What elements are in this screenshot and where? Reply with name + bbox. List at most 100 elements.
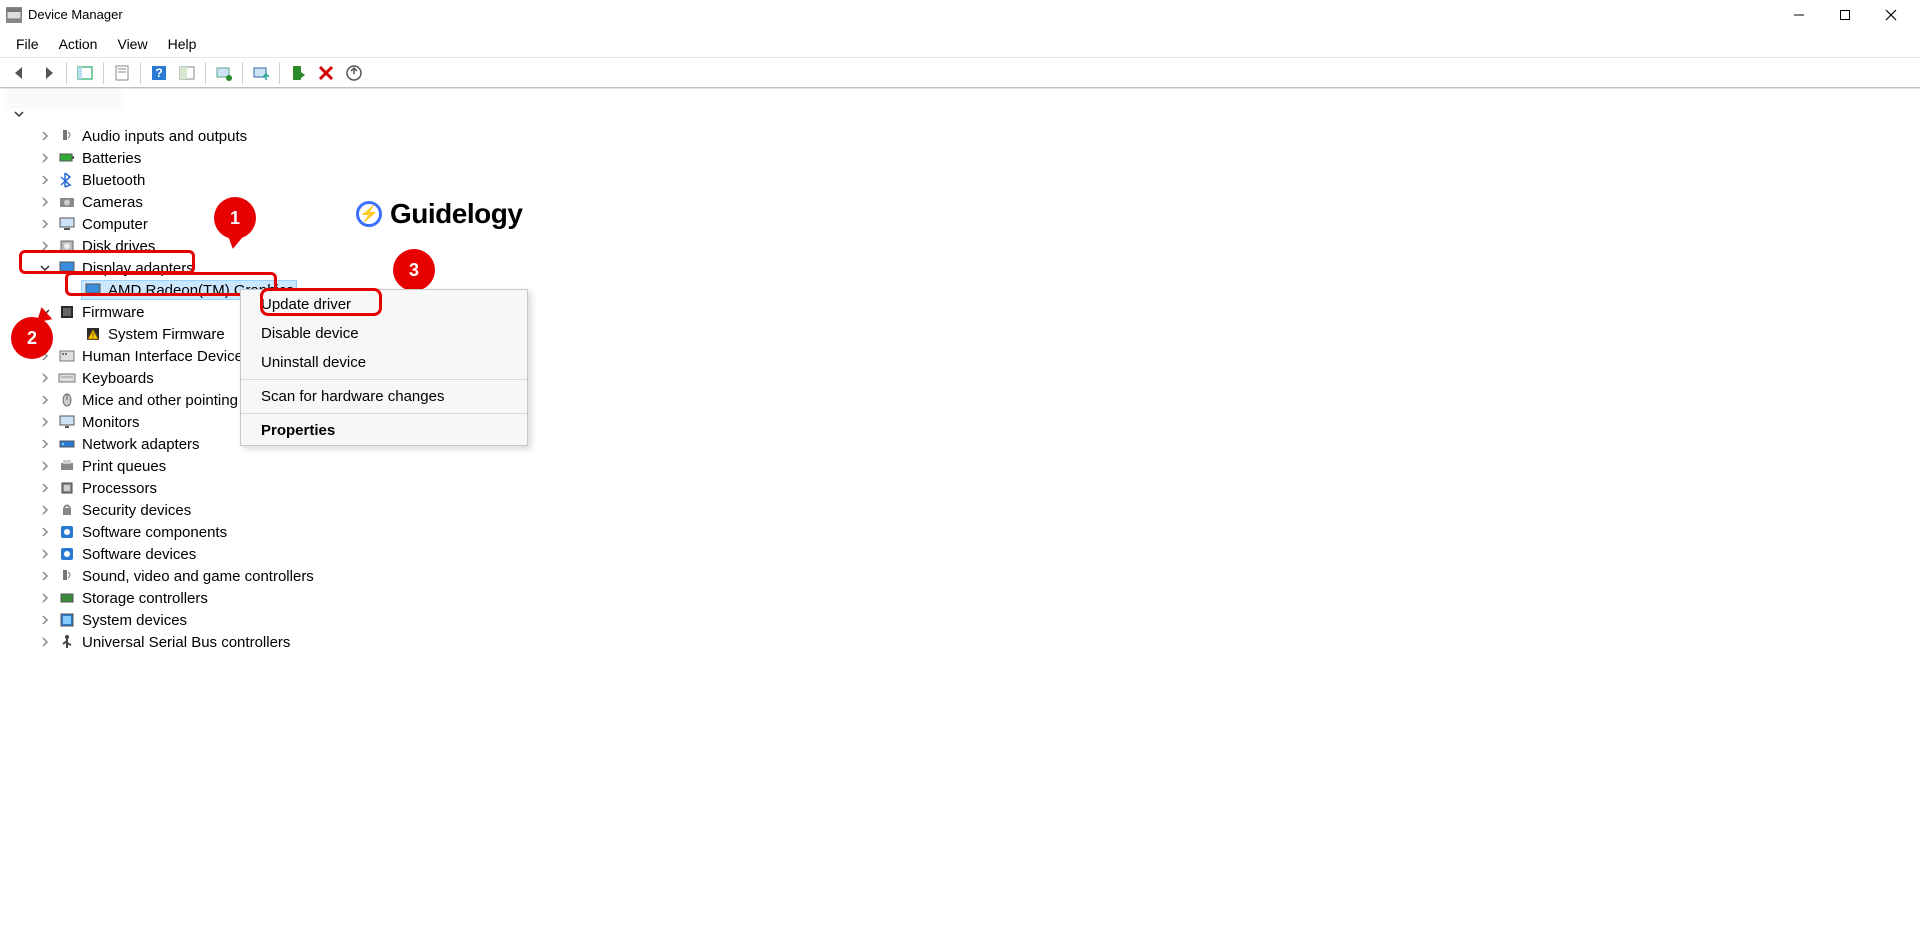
chevron-right-icon[interactable] xyxy=(38,481,52,495)
tree-category[interactable]: Bluetooth xyxy=(12,169,1908,191)
hid-icon xyxy=(58,347,76,365)
root-node-blurred xyxy=(6,89,122,109)
usb-icon xyxy=(58,633,76,651)
chevron-right-icon[interactable] xyxy=(38,503,52,517)
chevron-right-icon[interactable] xyxy=(38,569,52,583)
maximize-button[interactable] xyxy=(1822,0,1868,30)
chevron-right-icon[interactable] xyxy=(38,459,52,473)
tree-category[interactable]: Sound, video and game controllers xyxy=(12,565,1908,587)
toolbar-disable-icon[interactable] xyxy=(312,60,340,86)
tree-category-label: Sound, video and game controllers xyxy=(82,568,314,585)
toolbar-console-icon[interactable] xyxy=(71,60,99,86)
chevron-right-icon[interactable] xyxy=(38,393,52,407)
toolbar-forward[interactable] xyxy=(34,60,62,86)
toolbar-show-hidden-icon[interactable] xyxy=(173,60,201,86)
tree-category-label: Processors xyxy=(82,480,157,497)
menu-view[interactable]: View xyxy=(107,32,157,56)
spacer xyxy=(64,327,78,341)
battery-icon xyxy=(58,149,76,167)
chevron-right-icon[interactable] xyxy=(38,217,52,231)
audio-icon xyxy=(58,567,76,585)
tree-category[interactable]: Batteries xyxy=(12,147,1908,169)
chevron-right-icon[interactable] xyxy=(38,129,52,143)
context-menu-item[interactable]: Properties xyxy=(241,416,527,445)
tree-category-label: Bluetooth xyxy=(82,172,145,189)
software-icon xyxy=(58,545,76,563)
firmware-warn-icon: ! xyxy=(84,325,102,343)
chevron-right-icon[interactable] xyxy=(38,591,52,605)
disk-icon xyxy=(58,237,76,255)
tree-category-label: Print queues xyxy=(82,458,166,475)
toolbar-update-driver-icon[interactable] xyxy=(247,60,275,86)
tree-category[interactable]: Storage controllers xyxy=(12,587,1908,609)
mouse-icon xyxy=(58,391,76,409)
computer-icon xyxy=(58,215,76,233)
context-menu-item[interactable]: Uninstall device xyxy=(241,348,527,377)
close-button[interactable] xyxy=(1868,0,1914,30)
toolbar-enable-icon[interactable] xyxy=(284,60,312,86)
context-menu[interactable]: Update driverDisable deviceUninstall dev… xyxy=(240,289,528,446)
chevron-right-icon[interactable] xyxy=(38,151,52,165)
chevron-right-icon[interactable] xyxy=(38,371,52,385)
bluetooth-icon xyxy=(58,171,76,189)
annotation-badge-3: 3 xyxy=(395,251,433,289)
toolbar-properties-icon[interactable] xyxy=(108,60,136,86)
chevron-down-icon[interactable] xyxy=(38,261,52,275)
chevron-right-icon[interactable] xyxy=(38,195,52,209)
annotation-badge-1: 1 xyxy=(216,199,254,237)
tree-category-label: Network adapters xyxy=(82,436,200,453)
annotation-badge-2: 2 xyxy=(13,319,51,357)
tree-category[interactable]: Cameras xyxy=(12,191,1908,213)
chevron-right-icon[interactable] xyxy=(38,547,52,561)
firmware-icon xyxy=(58,303,76,321)
toolbar-scan-hardware-icon[interactable] xyxy=(210,60,238,86)
context-menu-separator xyxy=(241,379,527,380)
chevron-right-icon[interactable] xyxy=(38,613,52,627)
tree-category[interactable]: Computer xyxy=(12,213,1908,235)
watermark: ⚡ Guidelogy xyxy=(356,198,522,230)
chevron-right-icon[interactable] xyxy=(38,635,52,649)
tree-category[interactable]: Software devices xyxy=(12,543,1908,565)
context-menu-separator xyxy=(241,413,527,414)
tree-category-label: Computer xyxy=(82,216,148,233)
watermark-text: Guidelogy xyxy=(390,198,522,230)
tree-category-label: Keyboards xyxy=(82,370,154,387)
context-menu-item[interactable]: Scan for hardware changes xyxy=(241,382,527,411)
tree-category[interactable]: Security devices xyxy=(12,499,1908,521)
tree-category-label: Cameras xyxy=(82,194,143,211)
context-menu-item[interactable]: Disable device xyxy=(241,319,527,348)
app-icon xyxy=(6,7,22,23)
storage-icon xyxy=(58,589,76,607)
toolbar-back[interactable] xyxy=(6,60,34,86)
chevron-right-icon[interactable] xyxy=(38,239,52,253)
toolbar-uninstall-icon[interactable] xyxy=(340,60,368,86)
tree-root[interactable] xyxy=(12,103,1908,125)
minimize-button[interactable] xyxy=(1776,0,1822,30)
tree-category[interactable]: Display adapters xyxy=(12,257,1908,279)
tree-category-label: Storage controllers xyxy=(82,590,208,607)
chevron-down-icon[interactable] xyxy=(12,107,26,121)
toolbar-help-icon[interactable]: ? xyxy=(145,60,173,86)
tree-category[interactable]: Processors xyxy=(12,477,1908,499)
tree-category-label: Software components xyxy=(82,524,227,541)
chevron-right-icon[interactable] xyxy=(38,437,52,451)
tree-category[interactable]: Audio inputs and outputs xyxy=(12,125,1908,147)
chevron-right-icon[interactable] xyxy=(38,173,52,187)
security-icon xyxy=(58,501,76,519)
network-icon xyxy=(58,435,76,453)
tree-category-label: Human Interface Devices xyxy=(82,348,250,365)
tree-category[interactable]: Universal Serial Bus controllers xyxy=(12,631,1908,653)
menu-help[interactable]: Help xyxy=(158,32,207,56)
menu-file[interactable]: File xyxy=(6,32,49,56)
printer-icon xyxy=(58,457,76,475)
chevron-right-icon[interactable] xyxy=(38,525,52,539)
tree-device-label: System Firmware xyxy=(108,326,225,343)
tree-category[interactable]: Software components xyxy=(12,521,1908,543)
context-menu-item[interactable]: Update driver xyxy=(241,290,527,319)
spacer xyxy=(64,283,78,297)
tree-category[interactable]: System devices xyxy=(12,609,1908,631)
menu-action[interactable]: Action xyxy=(49,32,108,56)
chevron-right-icon[interactable] xyxy=(38,415,52,429)
tree-category[interactable]: Print queues xyxy=(12,455,1908,477)
tree-category[interactable]: Disk drives xyxy=(12,235,1908,257)
